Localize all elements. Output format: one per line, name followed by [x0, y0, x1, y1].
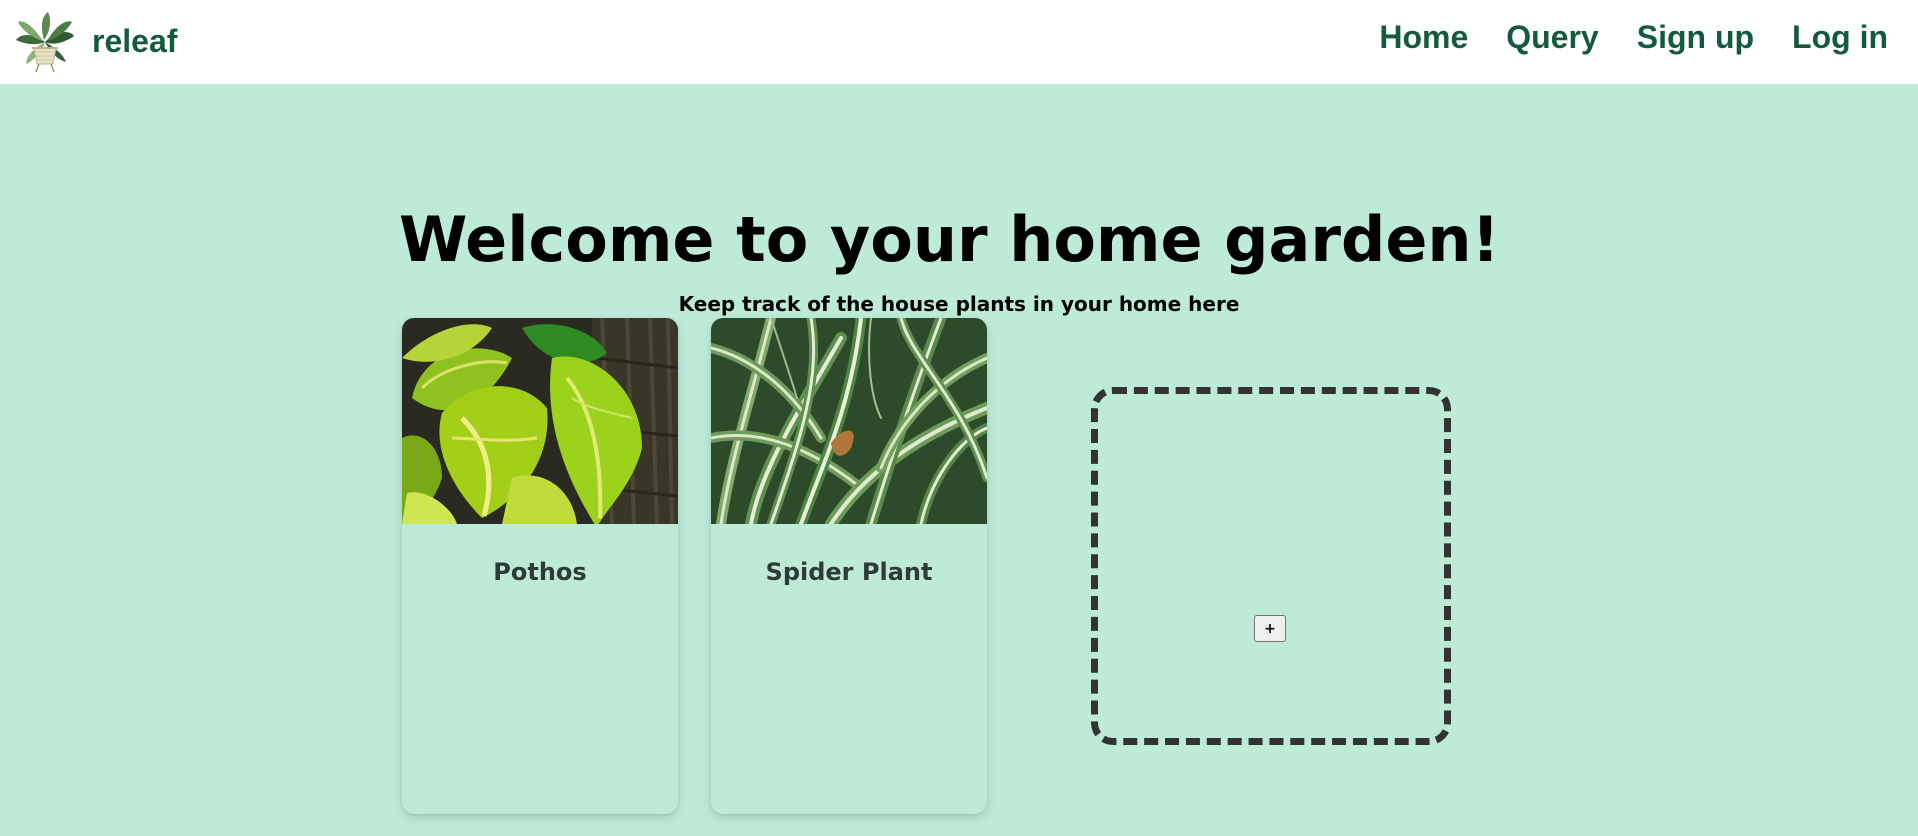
- navbar: releaf Home Query Sign up Log in: [0, 0, 1918, 84]
- page-title: Welcome to your home garden!: [399, 203, 1500, 276]
- page-subtitle: Keep track of the house plants in your h…: [678, 292, 1240, 316]
- nav-login-link[interactable]: Log in: [1792, 19, 1888, 56]
- plant-card-spider-plant[interactable]: Spider Plant: [711, 318, 987, 814]
- add-plant-button[interactable]: +: [1254, 615, 1286, 642]
- spider-plant-image: [711, 318, 987, 524]
- pothos-image: [402, 318, 678, 524]
- add-plant-tile: [1091, 387, 1451, 745]
- nav-query-link[interactable]: Query: [1506, 19, 1598, 56]
- nav-signup-link[interactable]: Sign up: [1637, 19, 1754, 56]
- nav-home-link[interactable]: Home: [1379, 19, 1468, 56]
- potted-plant-icon: [12, 8, 78, 74]
- plant-name: Spider Plant: [765, 558, 933, 586]
- brand-link[interactable]: releaf: [12, 8, 177, 74]
- plant-card-pothos[interactable]: Pothos: [402, 318, 678, 814]
- brand-name: releaf: [92, 22, 178, 59]
- nav-links: Home Query Sign up Log in: [1379, 0, 1888, 74]
- plant-name: Pothos: [493, 558, 587, 586]
